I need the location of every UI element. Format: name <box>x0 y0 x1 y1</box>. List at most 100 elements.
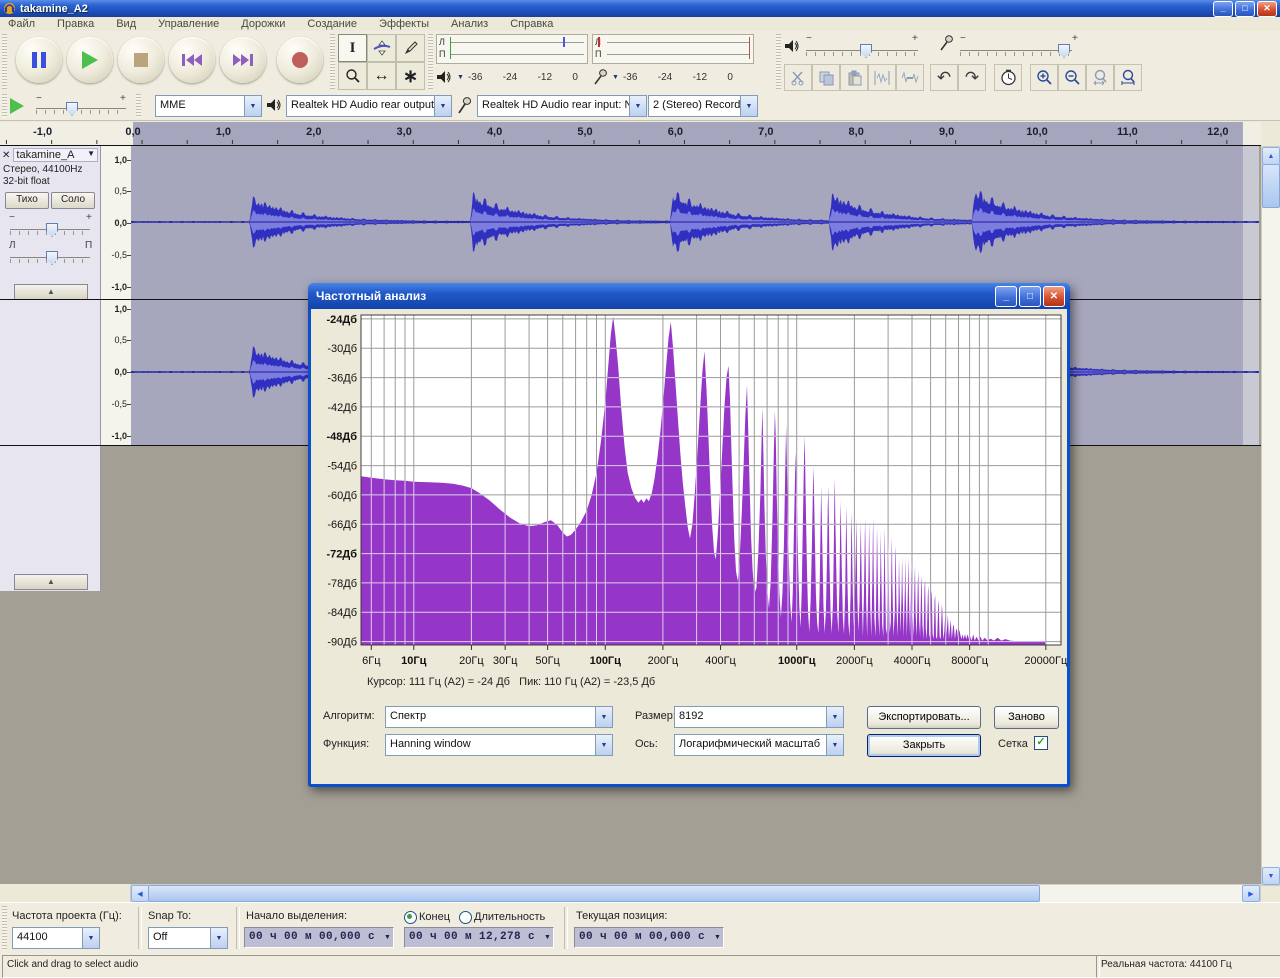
size-select-arrow[interactable]: ▼ <box>826 707 843 727</box>
playback-meter-dropdown-arrow[interactable]: ▼ <box>457 74 464 81</box>
output-device-select[interactable]: Realtek HD Audio rear output▼ <box>286 95 452 117</box>
trim-button[interactable] <box>868 64 896 91</box>
meter-toolbar-grip[interactable] <box>428 34 433 89</box>
hscroll-thumb[interactable] <box>148 885 1040 902</box>
transcription-play-button[interactable] <box>10 98 24 114</box>
input-device-select[interactable]: Realtek HD Audio rear input: N▼ <box>477 95 647 117</box>
mic-icon[interactable] <box>592 69 608 85</box>
export-button[interactable]: Экспортировать... <box>867 706 981 729</box>
paste-button[interactable] <box>840 64 868 91</box>
menu-item-7[interactable]: Анализ <box>451 18 488 30</box>
spectrum-plot[interactable]: 6Гц10Гц20Гц30Гц50Гц100Гц200Гц400Гц1000Гц… <box>311 311 1067 673</box>
selection-start-field[interactable]: 00 ч 00 м 00,000 с▼ <box>244 927 394 948</box>
channels-select[interactable]: 2 (Stereo) Record▼ <box>648 95 758 117</box>
cut-button[interactable] <box>784 64 812 91</box>
close-button[interactable]: ✕ <box>1257 1 1277 17</box>
end-radio[interactable] <box>404 911 417 924</box>
undo-button[interactable]: ↶ <box>930 64 958 91</box>
rewind-button[interactable] <box>169 37 215 83</box>
gain-slider[interactable] <box>10 222 90 236</box>
mixer-toolbar-grip[interactable] <box>776 34 781 89</box>
redo-button[interactable]: ↷ <box>958 64 986 91</box>
dialog-close-button[interactable]: Закрыть <box>867 734 981 757</box>
hscroll-left-arrow[interactable]: ◀ <box>131 885 149 902</box>
channels-select-arrow[interactable]: ▼ <box>740 96 757 116</box>
play-button[interactable] <box>67 37 113 83</box>
timer-button[interactable] <box>994 64 1022 91</box>
snap-select-arrow[interactable]: ▼ <box>210 928 227 948</box>
algorithm-select[interactable]: Спектр▼ <box>385 706 613 728</box>
multi-tool-button[interactable]: ∗ <box>396 62 425 90</box>
solo-button[interactable]: Соло <box>51 192 95 209</box>
position-arrow[interactable]: ▼ <box>712 928 723 947</box>
selection-tool-button[interactable]: I <box>338 34 367 62</box>
record-button[interactable] <box>277 37 323 83</box>
playback-speed-slider[interactable] <box>36 101 126 115</box>
grid-checkbox[interactable]: ✓ <box>1034 736 1048 750</box>
dialog-maximize-button[interactable]: □ <box>1019 286 1041 307</box>
vertical-ruler-ch2[interactable]: 1,00,50,0-0,5-1,0 <box>101 300 132 445</box>
copy-button[interactable] <box>812 64 840 91</box>
vscroll-down-arrow[interactable]: ▼ <box>1262 867 1280 885</box>
draw-tool-button[interactable] <box>396 34 425 62</box>
pan-slider[interactable] <box>10 250 90 264</box>
horizontal-scrollbar[interactable]: ◀ ▶ <box>130 884 1261 903</box>
menu-item-4[interactable]: Дорожки <box>241 18 285 30</box>
output-select-arrow[interactable]: ▼ <box>434 96 451 116</box>
stop-button[interactable] <box>118 37 164 83</box>
menu-item-3[interactable]: Управление <box>158 18 219 30</box>
minimize-button[interactable]: _ <box>1213 1 1233 17</box>
input-select-arrow[interactable]: ▼ <box>629 96 646 116</box>
envelope-tool-button[interactable] <box>367 34 396 62</box>
restore-button[interactable]: □ <box>1235 1 1255 17</box>
tools-toolbar-grip[interactable] <box>330 34 335 89</box>
algorithm-select-arrow[interactable]: ▼ <box>595 707 612 727</box>
dialog-close-x-button[interactable]: ✕ <box>1043 286 1065 307</box>
dialog-title-bar[interactable]: Частотный анализ _ □ ✕ <box>308 283 1070 309</box>
transcription-grip[interactable] <box>2 94 7 118</box>
timeshift-tool-button[interactable]: ↔ <box>367 62 396 90</box>
zoom-in-button[interactable] <box>1030 64 1058 91</box>
menu-item-0[interactable]: Файл <box>8 18 35 30</box>
project-rate-select[interactable]: 44100▼ <box>12 927 100 949</box>
selection-start-arrow[interactable]: ▼ <box>382 928 393 947</box>
axis-select-arrow[interactable]: ▼ <box>826 735 843 755</box>
menu-item-2[interactable]: Вид <box>116 18 136 30</box>
selection-toolbar-grip[interactable] <box>2 906 7 950</box>
menu-item-6[interactable]: Эффекты <box>379 18 429 30</box>
output-volume-slider[interactable] <box>806 43 918 57</box>
menu-item-8[interactable]: Справка <box>510 18 553 30</box>
replot-button[interactable]: Заново <box>994 706 1059 729</box>
menu-item-1[interactable]: Правка <box>57 18 94 30</box>
track-collapse-button2[interactable]: ▲ <box>14 574 88 590</box>
vertical-scrollbar[interactable]: ▲ ▼ <box>1261 146 1280 886</box>
snap-to-select[interactable]: Off▼ <box>148 927 228 949</box>
size-select[interactable]: 8192▼ <box>674 706 844 728</box>
playback-meter[interactable]: Л П <box>436 34 588 64</box>
function-select[interactable]: Hanning window▼ <box>385 734 613 756</box>
recording-meter-dropdown-arrow[interactable]: ▼ <box>612 74 619 81</box>
track-menu-arrow-icon[interactable]: ▼ <box>87 149 95 161</box>
track-name-box[interactable]: takamine_A ▼ <box>13 148 98 162</box>
fit-project-button[interactable] <box>1114 64 1142 91</box>
forward-button[interactable] <box>220 37 266 83</box>
title-bar[interactable]: takamine_A2 _ □ ✕ <box>0 0 1280 17</box>
selection-end-field[interactable]: 00 ч 00 м 12,278 с▼ <box>404 927 554 948</box>
track-close-button[interactable]: ✕ <box>2 150 10 161</box>
silence-button[interactable] <box>896 64 924 91</box>
zoom-tool-button[interactable] <box>338 62 367 90</box>
selection-end-arrow[interactable]: ▼ <box>542 928 553 947</box>
host-select[interactable]: MME▼ <box>155 95 262 117</box>
hscroll-right-arrow[interactable]: ▶ <box>1242 885 1260 902</box>
position-field[interactable]: 00 ч 00 м 00,000 с▼ <box>574 927 724 948</box>
zoom-out-button[interactable] <box>1058 64 1086 91</box>
function-select-arrow[interactable]: ▼ <box>595 735 612 755</box>
speaker-icon[interactable] <box>436 70 453 84</box>
mute-button[interactable]: Тихо <box>5 192 49 209</box>
transport-toolbar-grip[interactable] <box>2 34 7 89</box>
host-select-arrow[interactable]: ▼ <box>244 96 261 116</box>
menu-item-5[interactable]: Создание <box>307 18 357 30</box>
timeline-ruler[interactable]: -1,00,01,02,03,04,05,06,07,08,09,010,011… <box>0 122 1261 146</box>
pause-button[interactable] <box>16 37 62 83</box>
length-radio[interactable] <box>459 911 472 924</box>
